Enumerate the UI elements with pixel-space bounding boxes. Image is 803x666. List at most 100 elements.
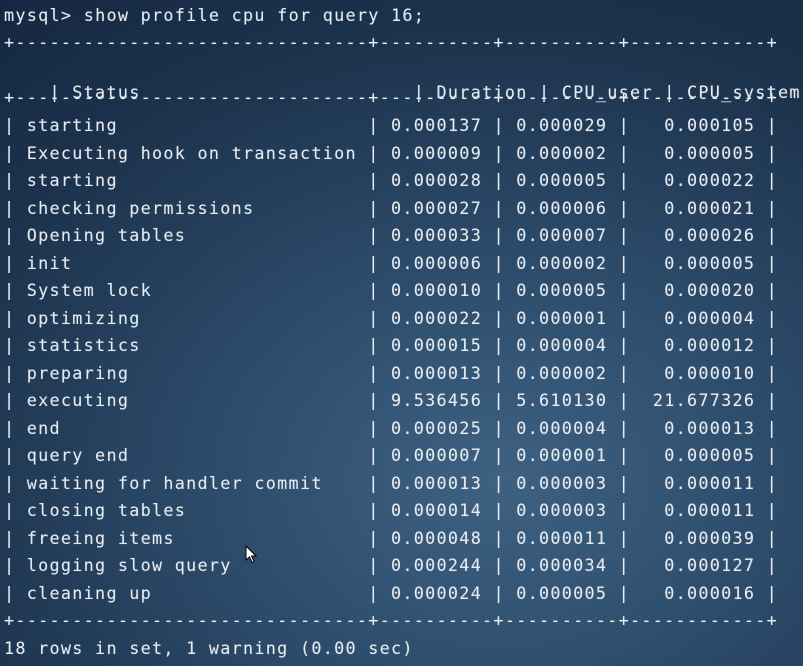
cell-cpu-system: 0.000026 [641, 225, 756, 245]
table-row: | starting | 0.000028 | 0.000005 | 0.000… [4, 169, 778, 191]
cell-cpu-user: 0.000034 [516, 555, 608, 575]
cell-separator: | [482, 280, 517, 300]
table-border-top: +-------------------------------+-------… [4, 32, 778, 52]
cell-separator: | [482, 225, 517, 245]
cell-status: statistics [26, 335, 357, 355]
cell-cpu-system: 0.000005 [641, 445, 756, 465]
cell-duration: 0.000024 [391, 582, 483, 603]
cell-separator: | [607, 555, 642, 575]
cell-status: checking permissions [26, 197, 357, 218]
cell-separator: | [356, 225, 392, 245]
cell-separator: | [755, 252, 779, 273]
cell-separator: | [755, 555, 779, 575]
cell-separator: | [482, 307, 517, 328]
cell-cpu-system: 0.000011 [641, 500, 756, 520]
cell-duration: 0.000013 [391, 362, 483, 383]
table-row: | starting | 0.000137 | 0.000029 | 0.000… [4, 114, 778, 136]
cell-separator: | [356, 500, 392, 520]
cell-cpu-user: 0.000005 [516, 582, 608, 603]
cell-separator: | [4, 170, 27, 190]
terminal-output: mysql> show profile cpu for query 16; +-… [0, 0, 803, 666]
cell-cpu-user: 0.000029 [516, 115, 608, 135]
cell-status: Opening tables [26, 225, 357, 245]
cell-separator: | [4, 527, 27, 548]
cell-status: cleaning up [26, 582, 357, 603]
cell-separator: | [607, 472, 642, 493]
cell-cpu-user: 0.000004 [516, 417, 608, 438]
cell-separator: | [4, 362, 27, 383]
cell-status: Executing hook on transaction [26, 142, 357, 163]
table-row: | logging slow query | 0.000244 | 0.0000… [4, 554, 778, 576]
cell-separator: | [607, 115, 642, 135]
cell-separator: | [356, 390, 392, 410]
cell-status: optimizing [26, 307, 357, 328]
command-text: show profile cpu for query 16; [83, 5, 426, 25]
cell-separator: | [755, 280, 779, 300]
cell-separator: | [755, 500, 779, 520]
table-row: | init | 0.000006 | 0.000002 | 0.000005 … [4, 252, 778, 274]
cell-separator: | [607, 307, 642, 328]
table-row: | executing | 9.536456 | 5.610130 | 21.6… [4, 389, 778, 411]
cell-cpu-system: 21.677326 [641, 390, 756, 410]
cell-cpu-user: 0.000003 [516, 472, 608, 493]
cell-duration: 0.000014 [391, 500, 483, 520]
cell-separator: | [356, 142, 392, 163]
cell-separator: | [482, 417, 517, 438]
cell-separator: | [4, 555, 27, 575]
cell-separator: | [356, 417, 392, 438]
cell-cpu-user: 0.000004 [516, 335, 608, 355]
cell-separator: | [755, 472, 779, 493]
cell-separator: | [4, 252, 27, 273]
cell-duration: 9.536456 [391, 390, 483, 410]
table-row: | query end | 0.000007 | 0.000001 | 0.00… [4, 444, 778, 466]
cell-cpu-system: 0.000039 [641, 527, 756, 548]
cell-status: preparing [26, 362, 357, 383]
cell-separator: | [755, 527, 779, 548]
cell-cpu-user: 0.000007 [516, 225, 608, 245]
cell-separator: | [755, 142, 779, 163]
cell-duration: 0.000022 [391, 307, 483, 328]
cell-cpu-user: 0.000005 [516, 170, 608, 190]
cell-cpu-user: 0.000006 [516, 197, 608, 218]
cell-cpu-user: 0.000005 [516, 280, 608, 300]
cell-separator: | [356, 252, 392, 273]
table-row: | end | 0.000025 | 0.000004 | 0.000013 | [4, 417, 778, 439]
cell-separator: | [4, 390, 27, 410]
cell-separator: | [607, 252, 642, 273]
cell-separator: | [356, 445, 392, 465]
cell-separator: | [482, 170, 517, 190]
cell-duration: 0.000244 [391, 555, 483, 575]
cell-separator: | [607, 335, 642, 355]
cell-separator: | [607, 445, 642, 465]
cell-status: end [26, 417, 357, 438]
cell-status: freeing items [26, 527, 357, 548]
prompt: mysql> [4, 5, 73, 25]
cell-cpu-user: 5.610130 [516, 390, 608, 410]
cell-status: query end [26, 445, 357, 465]
cell-duration: 0.000027 [391, 197, 483, 218]
table-row: | cleaning up | 0.000024 | 0.000005 | 0.… [4, 582, 778, 604]
cell-separator: | [356, 170, 392, 190]
cell-separator: | [482, 500, 517, 520]
cell-duration: 0.000028 [391, 170, 483, 190]
cell-separator: | [356, 582, 392, 603]
cell-separator: | [607, 500, 642, 520]
cell-separator: | [607, 582, 642, 603]
cell-separator: | [4, 197, 27, 218]
cell-separator: | [755, 115, 779, 135]
table-row: | System lock | 0.000010 | 0.000005 | 0.… [4, 279, 778, 301]
cell-cpu-user: 0.000001 [516, 445, 608, 465]
cell-status: starting [26, 115, 357, 135]
cell-duration: 0.000048 [391, 527, 483, 548]
cell-cpu-system: 0.000013 [641, 417, 756, 438]
cell-duration: 0.000025 [391, 417, 483, 438]
cell-separator: | [356, 307, 392, 328]
cell-cpu-system: 0.000105 [641, 115, 756, 135]
cell-status: logging slow query [26, 555, 357, 575]
table-header-row: | Status | Duration | CPU_user | CPU_sys… [4, 59, 803, 102]
command-line: mysql> show profile cpu for query 16; [4, 4, 425, 26]
cell-separator: | [607, 417, 642, 438]
cell-cpu-system: 0.000022 [641, 170, 756, 190]
cell-separator: | [607, 280, 642, 300]
cell-cpu-system: 0.000004 [641, 307, 756, 328]
